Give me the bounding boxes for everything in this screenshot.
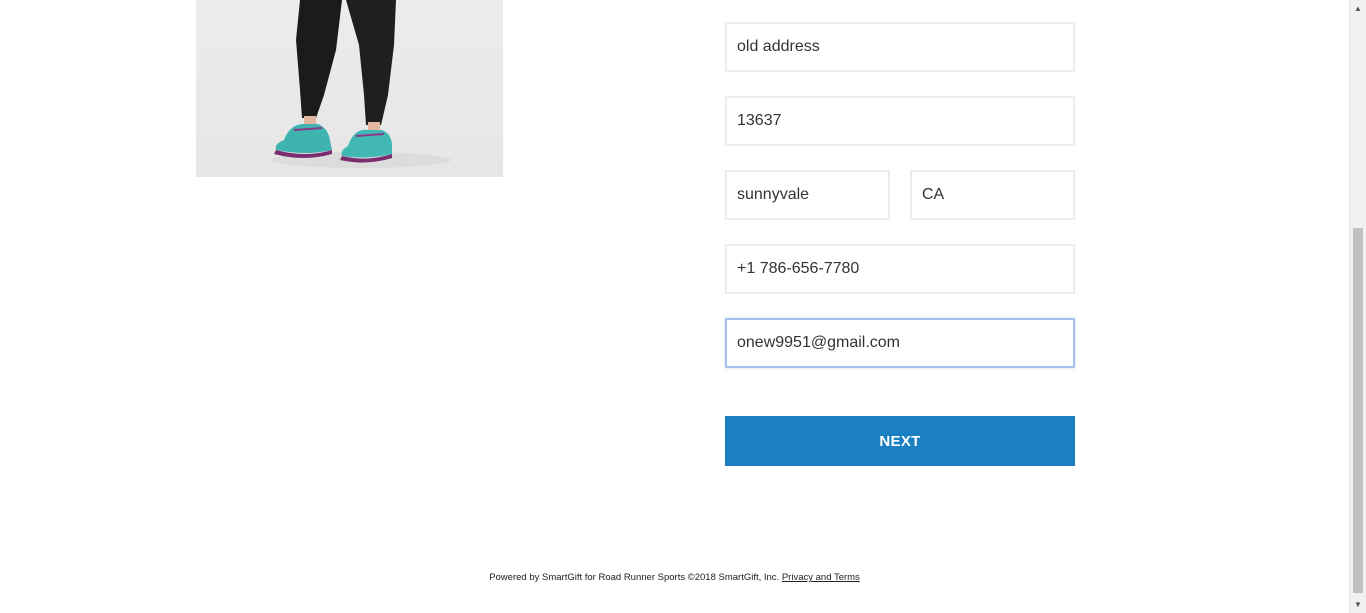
address-input[interactable] [725, 22, 1075, 72]
footer-text: Powered by SmartGift for Road Runner Spo… [489, 572, 780, 583]
next-button[interactable]: NEXT [725, 416, 1075, 466]
email-input[interactable] [725, 318, 1075, 368]
vertical-scrollbar[interactable]: ▲ ▼ [1349, 0, 1366, 613]
state-input[interactable] [910, 170, 1075, 220]
arrow-down-icon[interactable]: ▼ [1350, 596, 1366, 613]
product-image [196, 0, 503, 177]
page: NEXT Powered by SmartGift for Road Runne… [0, 0, 1366, 613]
phone-input[interactable] [725, 244, 1075, 294]
arrow-up-icon[interactable]: ▲ [1350, 0, 1366, 17]
footer: Powered by SmartGift for Road Runner Spo… [0, 572, 1349, 583]
privacy-terms-link[interactable]: Privacy and Terms [782, 572, 860, 583]
scrollbar-thumb[interactable] [1353, 228, 1363, 593]
zip-input[interactable] [725, 96, 1075, 146]
city-input[interactable] [725, 170, 890, 220]
runner-legs-illustration [271, 0, 451, 168]
